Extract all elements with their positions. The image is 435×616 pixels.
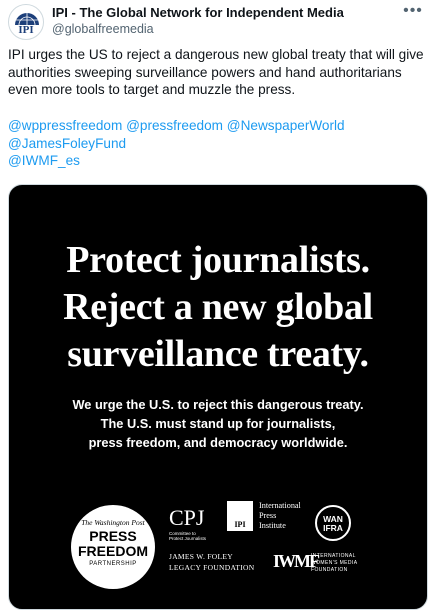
subtext-line: The U.S. must stand up for journalists, [100,416,336,431]
headline-line: Protect journalists. [66,239,370,281]
subtext-line: We urge the U.S. to reject this dangerou… [72,397,364,412]
iwmf-name-line: WOMEN'S MEDIA [311,560,358,566]
wapo-line: PRESS [89,528,137,544]
tweet-image[interactable]: Protect journalists. Reject a new global… [8,184,428,610]
wapo-paper-name: The Washington Post [81,518,145,527]
ellipsis-icon[interactable]: ••• [401,3,425,24]
ipi-mark-box: IPI [227,501,253,531]
foley-line: LEGACY FOUNDATION [169,563,255,572]
mention-link[interactable]: @JamesFoleyFund [8,136,126,151]
iwmf-name-line: INTERNATIONAL [311,553,356,559]
author-avatar[interactable]: IPI [8,4,44,40]
image-headline: Protect journalists. Reject a new global… [9,237,427,378]
headline-line: surveillance treaty. [67,333,369,375]
wan-line: IFRA [323,523,343,533]
iwmf-name-line: FOUNDATION [311,567,348,573]
mention-link[interactable]: @wppressfreedom [8,118,122,133]
iwmf-name: INTERNATIONAL WOMEN'S MEDIA FOUNDATION [311,553,381,574]
wapo-line: PARTNERSHIP [89,561,137,567]
wan-ifra-logo: WAN IFRA [315,505,351,541]
ipi-mark: IPI [234,520,246,529]
mention-link[interactable]: @pressfreedom [126,118,223,133]
washington-post-logo: The Washington Post PRESS FREEDOM PARTNE… [71,505,155,589]
foley-line: JAMES W. FOLEY [169,552,234,561]
wapo-line: FREEDOM [78,543,148,559]
ipi-name-line: Press [259,511,277,520]
mention-list: @wppressfreedom @pressfreedom @Newspaper… [8,117,427,170]
image-subtext: We urge the U.S. to reject this dangerou… [9,395,427,452]
mention-link[interactable]: @NewspaperWorld [227,118,345,133]
foley-foundation-logo: JAMES W. FOLEY LEGACY FOUNDATION [169,551,259,573]
mention-link[interactable]: @IWMF_es [8,153,80,168]
cpj-mark: CPJ [169,505,205,530]
avatar-label: IPI [18,24,34,36]
headline-line: Reject a new global [63,286,373,328]
subtext-line: press freedom, and democracy worldwide. [88,435,348,450]
author-names: IPI - The Global Network for Independent… [52,5,392,37]
author-handle[interactable]: @globalfreemedia [52,21,392,37]
cpj-logo: CPJ Committee to Protect Journalists [169,505,209,542]
tweet-text: IPI urges the US to reject a dangerous n… [8,46,427,99]
author-name[interactable]: IPI - The Global Network for Independent… [52,5,392,21]
cpj-name: Committee to Protect Journalists [169,531,207,541]
ipi-name-line: Institute [259,521,286,530]
globe-icon [15,13,39,25]
tweet-body: IPI urges the US to reject a dangerous n… [8,47,424,97]
tweet-header: IPI IPI - The Global Network for Indepen… [8,3,427,40]
ipi-name-line: International [259,501,301,510]
ipi-name: International Press Institute [259,501,301,531]
